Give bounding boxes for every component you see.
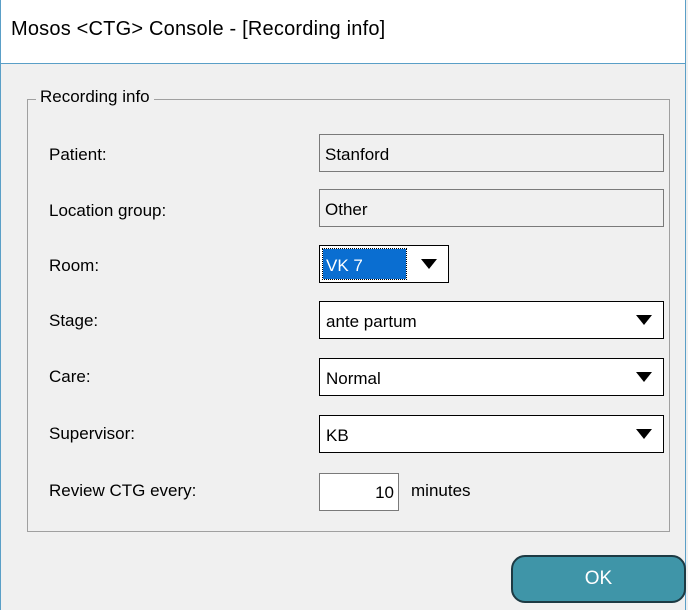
stage-value: ante partum [326, 312, 417, 331]
location-group-label: Location group: [49, 201, 167, 220]
review-interval-input[interactable]: 10 [319, 473, 399, 511]
stage-dropdown[interactable]: ante partum [319, 301, 664, 339]
review-ctg-label: Review CTG every: [49, 481, 197, 500]
supervisor-dropdown[interactable]: KB [319, 415, 664, 453]
chevron-down-icon[interactable] [625, 302, 663, 338]
supervisor-value: KB [326, 426, 349, 445]
stage-label: Stage: [49, 311, 99, 330]
care-value: Normal [326, 369, 381, 388]
dialog-window: Mosos <CTG> Console - [Recording info] R… [0, 0, 686, 610]
group-legend: Recording info [36, 87, 154, 107]
minutes-unit-label: minutes [411, 481, 471, 500]
chevron-down-icon[interactable] [625, 359, 663, 395]
care-label: Care: [49, 367, 91, 386]
supervisor-label: Supervisor: [49, 424, 135, 443]
chevron-down-icon[interactable] [410, 246, 448, 282]
room-label: Room: [49, 256, 100, 275]
location-group-field: Other [319, 189, 664, 227]
room-value: VK 7 [322, 248, 407, 280]
patient-field: Stanford [319, 134, 664, 172]
ok-button-label: OK [584, 568, 613, 589]
room-dropdown[interactable]: VK 7 [319, 245, 449, 283]
ok-button[interactable]: OK [511, 555, 686, 603]
window-title: Mosos <CTG> Console - [Recording info] [11, 18, 386, 40]
chevron-down-icon[interactable] [625, 416, 663, 452]
care-dropdown[interactable]: Normal [319, 358, 664, 396]
title-bar[interactable]: Mosos <CTG> Console - [Recording info] [1, 0, 685, 64]
patient-label: Patient: [49, 145, 107, 164]
